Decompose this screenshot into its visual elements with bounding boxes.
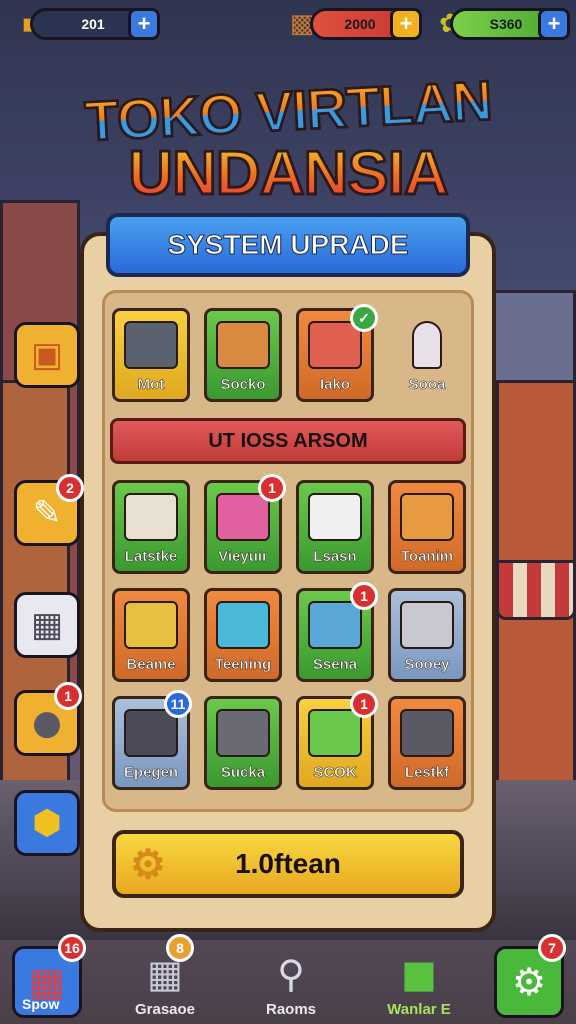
tile-label: Teening <box>214 656 272 674</box>
currency-bar: ▪ 201 + ▩ 2000 + ✿ S360 + <box>0 0 576 50</box>
machine-icon <box>400 493 454 541</box>
notification-badge: 11 <box>164 690 192 718</box>
side-fridge-button[interactable]: ▦ <box>14 592 80 658</box>
add-currency-button[interactable]: + <box>128 8 160 40</box>
add-gems-button[interactable]: + <box>538 8 570 40</box>
tile-label: Epegen <box>123 764 179 782</box>
section-banner: UT IOSS ARSOM <box>110 418 466 464</box>
stack-icon <box>308 601 362 649</box>
bottle-icon <box>412 321 442 369</box>
upgrade-cta-button[interactable]: ⚙ 1.0ftean <box>112 830 464 898</box>
nav-label: Grasaoe <box>134 1001 196 1018</box>
nav-label: Wanlar E <box>387 1001 451 1018</box>
tile-label: Ssena <box>312 656 358 674</box>
tile-label: Mot <box>137 376 165 394</box>
notification-badge: 1 <box>350 582 378 610</box>
gear-icon: ⚙ <box>130 843 166 887</box>
notification-badge: 1 <box>54 682 82 710</box>
crate-icon <box>216 601 270 649</box>
add-crates-button[interactable]: + <box>390 8 422 40</box>
notification-badge: 7 <box>538 934 566 962</box>
tile-label: Sooa <box>408 376 446 394</box>
search-icon: ⚲ <box>277 952 305 996</box>
tile-label: Lsasn <box>313 548 357 566</box>
tile-crate[interactable]: Teening <box>204 588 282 682</box>
tile-label: Vieyuir <box>218 548 268 566</box>
nav-rooms[interactable]: ⚲ Raoms <box>246 942 336 1018</box>
notification-badge: 16 <box>58 934 86 962</box>
shop-awning <box>496 560 576 620</box>
coins-icon: ⬢ <box>32 803 62 843</box>
tile-register[interactable]: Lestkf <box>388 696 466 790</box>
veg-cart-icon <box>308 709 362 757</box>
tile-boxes[interactable]: Socko <box>204 308 282 402</box>
box-icon <box>216 709 270 757</box>
tile-box[interactable]: Sucka <box>204 696 282 790</box>
tile-label: Lestkf <box>404 764 450 782</box>
disc-icon: ● <box>32 703 62 743</box>
tile-shelf[interactable]: Mot <box>112 308 190 402</box>
tile-label: Socko <box>220 376 266 394</box>
tile-basket[interactable]: Beame <box>112 588 190 682</box>
check-icon: ✓ <box>350 304 378 332</box>
trolley-icon <box>308 493 362 541</box>
tile-label: Latstke <box>124 548 178 566</box>
nav-label: Spow <box>22 996 60 1012</box>
tile-label: SCOK <box>313 764 357 782</box>
nav-label: Raoms <box>265 1001 317 1018</box>
tile-label: Beame <box>126 656 176 674</box>
tile-label: Sooey <box>404 656 450 674</box>
drawer-icon <box>124 709 178 757</box>
safe-icon: ▣ <box>30 335 64 375</box>
shelf-icon <box>124 321 178 369</box>
nav-warehouse[interactable]: ■ Wanlar E <box>374 942 464 1018</box>
register-icon <box>400 709 454 757</box>
cube-icon: ■ <box>401 952 437 996</box>
boxes-icon <box>216 321 270 369</box>
tile-label: Toanim <box>400 548 454 566</box>
tile-bottle[interactable]: Sooa <box>388 308 466 402</box>
fridge-icon: ▦ <box>30 605 64 645</box>
book-icon <box>124 493 178 541</box>
side-coins-button[interactable]: ⬢ <box>14 790 80 856</box>
cta-label: 1.0ftean <box>235 848 341 879</box>
notification-badge: 2 <box>56 474 84 502</box>
notification-badge: 1 <box>258 474 286 502</box>
tile-book[interactable]: Latstke <box>112 480 190 574</box>
tile-machine[interactable]: Toanim <box>388 480 466 574</box>
panel-header-button[interactable]: SYSTEM UPRADE <box>106 213 470 277</box>
cube-icon <box>216 493 270 541</box>
nav-storage[interactable]: ▦ Grasaoe <box>120 942 210 1018</box>
tile-appliance[interactable]: Sooey <box>388 588 466 682</box>
side-safe-button[interactable]: ▣ <box>14 322 80 388</box>
game-title-line2: UNDANSIA <box>0 138 576 210</box>
tile-label: Sucka <box>220 764 266 782</box>
notification-badge: 1 <box>350 690 378 718</box>
tile-trolley[interactable]: Lsasn <box>296 480 374 574</box>
notification-badge: 8 <box>166 934 194 962</box>
tile-label: Iako <box>319 376 351 394</box>
pen-icon: ✎ <box>32 493 62 533</box>
appliance-icon <box>400 601 454 649</box>
basket-icon <box>124 601 178 649</box>
